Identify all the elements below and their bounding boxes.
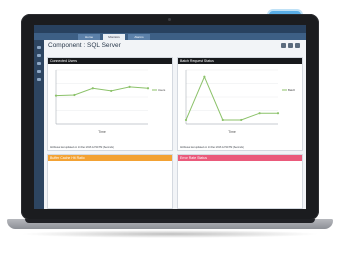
panel-title: Buffer Cache Hit Ratio	[48, 155, 172, 161]
tab-home[interactable]: Home	[78, 34, 100, 40]
data-point	[221, 118, 224, 122]
data-point	[54, 94, 58, 97]
series-line	[55, 86, 149, 97]
data-point	[184, 118, 188, 122]
left-sidebar	[34, 40, 44, 209]
laptop-hinge	[25, 219, 315, 223]
data-point	[128, 85, 131, 88]
data-point	[110, 89, 113, 93]
page-title: Component : SQL Server	[48, 42, 121, 49]
panel-footer: Attributes last updated on 14 Dec 2016 1…	[180, 146, 244, 149]
error-rate-panel: Error Rate Status	[177, 154, 303, 209]
print-icon[interactable]	[295, 43, 300, 48]
data-point	[73, 93, 76, 97]
refresh-icon[interactable]	[281, 43, 286, 48]
webcam	[168, 18, 171, 21]
connected-users-chart: Users Time	[54, 69, 166, 134]
buffer-cache-panel: Buffer Cache Hit Ratio	[47, 154, 173, 209]
data-point	[276, 112, 280, 115]
sidebar-home-icon[interactable]	[37, 46, 41, 49]
app-title-bar	[34, 25, 306, 33]
sidebar-monitor-icon[interactable]	[37, 54, 41, 57]
data-point	[258, 112, 261, 115]
legend-label: Batch	[288, 88, 296, 92]
legend-label: Users	[158, 88, 166, 92]
series-line	[185, 75, 278, 121]
batch-request-panel: Batch Request Status Batch Time Attribute…	[177, 57, 303, 151]
panel-footer: Attributes last updated on 14 Dec 2016 1…	[50, 146, 114, 149]
sidebar-report-icon[interactable]	[37, 70, 41, 73]
data-point	[91, 87, 94, 90]
laptop-screen: Home Monitors Alarms Component : SQL Ser…	[34, 25, 306, 209]
connected-users-panel: Connected Users Users Time Attributes las…	[47, 57, 173, 151]
batch-request-chart: Batch Time	[184, 69, 296, 134]
toolbar	[281, 43, 300, 48]
panel-title: Error Rate Status	[178, 155, 302, 161]
tab-alarms[interactable]: Alarms	[128, 34, 150, 40]
data-point	[203, 75, 206, 78]
data-point	[146, 87, 150, 90]
laptop-lid: Home Monitors Alarms Component : SQL Ser…	[21, 14, 319, 220]
laptop-shadow	[20, 230, 320, 238]
edit-icon[interactable]	[288, 43, 293, 48]
x-axis-label: Time	[228, 130, 236, 134]
data-point	[240, 118, 243, 122]
x-axis-label: Time	[98, 130, 106, 134]
app-tab-bar: Home Monitors Alarms	[34, 33, 306, 40]
tab-monitors[interactable]: Monitors	[103, 34, 125, 40]
sidebar-settings-icon[interactable]	[37, 78, 41, 81]
sidebar-alarm-icon[interactable]	[37, 62, 41, 65]
